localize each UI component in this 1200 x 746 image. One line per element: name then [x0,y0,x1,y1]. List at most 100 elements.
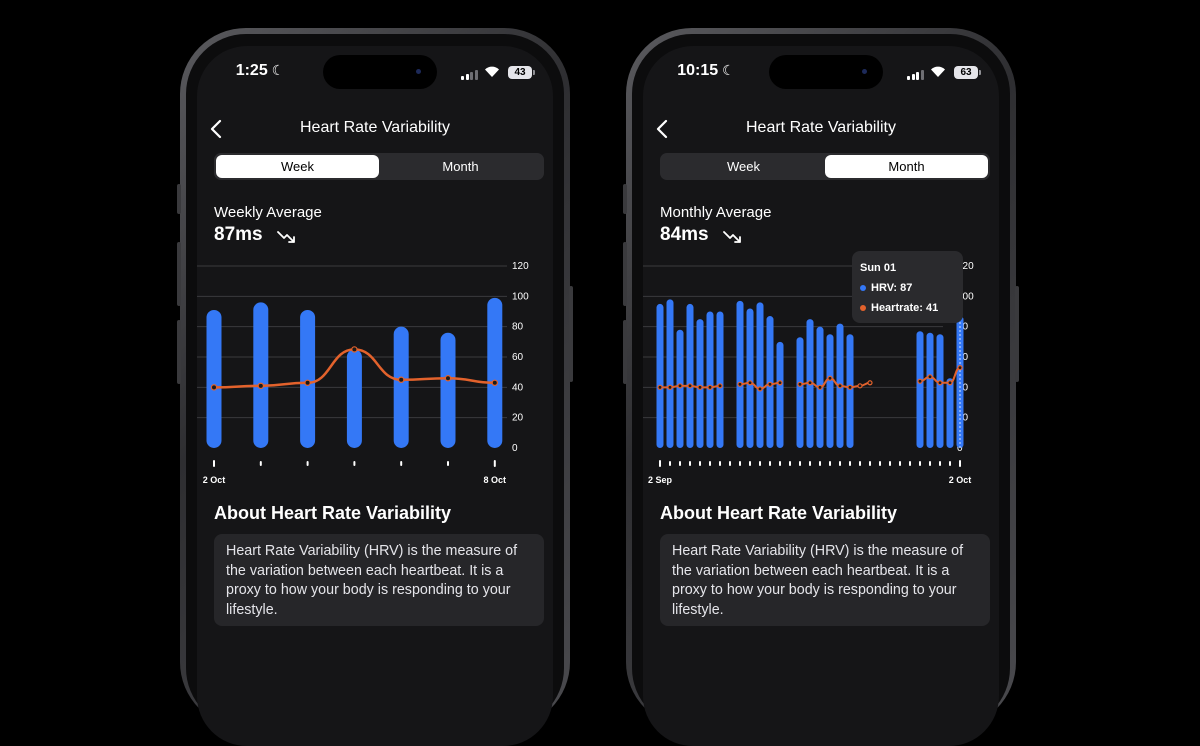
heartrate-point [687,383,693,389]
status-bar: 1:25 ☾ 43 [197,46,553,94]
side-button [177,242,181,306]
y-tick-label: 60 [512,352,524,363]
nav-bar: Heart Rate Variability [197,116,553,142]
hrv-bar [826,334,834,448]
y-tick-label: 40 [512,382,524,393]
hrv-bar [736,300,744,448]
about-title: About Heart Rate Variability [214,503,452,523]
x-tick [769,461,771,466]
moon-icon: ☾ [271,62,285,78]
side-button [1015,286,1019,382]
hrv-week-chart: 0 20 40 60 80 100 120 2 Oct 8 Oct [197,261,529,485]
x-tick [879,461,881,466]
x-tick [909,461,911,466]
heartrate-point [737,381,743,387]
x-tick [859,461,861,466]
heartrate-point [797,381,803,387]
x-tick [759,461,761,466]
signal-icon [461,70,478,80]
about-title: About Heart Rate Variability [660,503,898,523]
x-tick [729,461,731,466]
heartrate-point [857,383,863,389]
battery-icon: 43 [508,66,535,79]
heartrate-point [677,383,683,389]
hrv-bar [440,332,456,448]
x-tick [869,461,871,466]
hrv-bar [776,341,784,448]
heartrate-point [757,386,763,392]
heartrate-point [777,380,783,386]
status-time: 1:25 ☾ [235,62,285,79]
x-tick [699,461,701,466]
signal-icon [907,70,924,80]
heartrate-point [817,384,823,390]
hrv-bar [796,337,804,448]
x-tick [447,461,449,466]
about-card: Heart Rate Variability (HRV) is the meas… [214,534,544,626]
x-tick [213,460,215,467]
trend-down-icon [277,231,295,243]
x-tick [719,461,721,466]
x-tick-label: 2 Sep [648,475,673,485]
hrv-bar [656,303,664,448]
x-tick [949,461,951,466]
y-tick-label: 120 [512,261,529,272]
x-tick [353,461,356,466]
average-value: 84ms [660,224,709,245]
hrv-bar [696,319,704,448]
hrv-bar [666,299,674,448]
moon-icon: ☾ [722,62,735,78]
period-segmented-control: Week Month [214,153,544,180]
tooltip-hrv: HRV: 87 [871,282,913,294]
side-button [623,320,627,384]
hrv-bar [746,308,754,448]
heartrate-point [837,383,843,389]
screen: 1:25 ☾ 43 Heart Rate Variability Week Mon… [197,46,553,746]
x-tick [839,461,841,466]
side-button [623,184,627,214]
hrv-bar [756,302,764,448]
y-tick-label: 80 [512,322,524,333]
side-button [177,184,181,214]
screen: 10:15 ☾ 63 Heart Rate Variability Week Mo… [643,46,999,746]
x-tick [899,461,901,466]
heartrate-point [937,380,943,386]
side-button [177,320,181,384]
page-title: Heart Rate Variability [300,119,450,136]
segment-week[interactable]: Week [662,155,825,178]
heartrate-point [717,383,723,389]
heartrate-point [210,384,218,391]
x-tick [849,461,851,466]
x-tick [789,461,791,466]
chart-tooltip: Sun 01 HRV: 87 Heartrate: 41 [852,251,963,323]
hrv-bar [946,378,954,448]
hrv-bar [846,334,854,448]
hrv-bar [206,309,222,448]
heartrate-point [667,384,673,390]
heartrate-point [917,378,923,384]
hrv-legend-dot [860,285,866,291]
x-tick [959,460,961,467]
hrv-bar [676,329,684,448]
segment-week[interactable]: Week [216,155,379,178]
trend-down-icon [723,231,741,243]
hrv-bar [916,331,924,448]
x-tick [889,461,891,466]
x-tick [779,461,781,466]
y-tick-label: 100 [512,291,529,302]
heartrate-point [867,380,873,386]
segment-month[interactable]: Month [825,155,988,178]
average-value: 87ms [214,224,263,245]
x-tick [659,460,661,467]
about-card: Heart Rate Variability (HRV) is the meas… [660,534,990,626]
average-label: Weekly Average [214,204,322,221]
heartrate-point [847,384,853,390]
dynamic-island [769,55,883,89]
segment-month[interactable]: Month [379,155,542,178]
heartrate-point [657,384,663,390]
status-bar: 10:15 ☾ 63 [643,46,999,94]
x-tick [939,461,941,466]
x-tick [306,461,309,466]
heartrate-point [827,375,833,381]
hrv-bar [926,332,934,448]
